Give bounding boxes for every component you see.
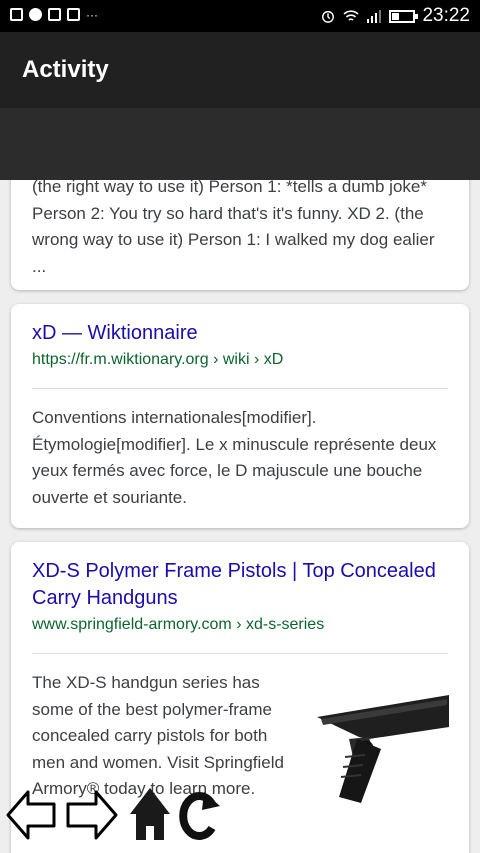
gmail-notification-icon (48, 8, 61, 21)
result-title-link[interactable]: xD — Wiktionnaire (32, 320, 452, 347)
more-notifications-icon: ··· (86, 7, 98, 22)
result-title-link[interactable]: XD-S Polymer Frame Pistols | Top Conceal… (32, 558, 452, 611)
refresh-icon[interactable] (179, 792, 220, 840)
messenger-notification-icon (29, 8, 42, 21)
nav-overlay (6, 788, 220, 840)
signal-icon (367, 10, 382, 23)
alarm-icon (322, 10, 335, 23)
result-card[interactable]: (the right way to use it) Person 1: *tel… (11, 180, 469, 290)
status-time: 23:22 (422, 5, 470, 26)
app-bar: Activity (0, 32, 480, 108)
result-snippet: Conventions internationales[modifier]. É… (32, 408, 437, 507)
battery-icon (389, 9, 419, 23)
status-bar: ··· 23:22 (0, 0, 480, 32)
result-snippet: (the right way to use it) Person 1: *tel… (32, 180, 435, 276)
message-notification-icon (67, 8, 80, 21)
divider (32, 653, 448, 654)
forward-arrow-icon[interactable] (66, 790, 118, 840)
divider (32, 388, 448, 389)
image-notification-icon (10, 8, 23, 21)
home-icon[interactable] (130, 788, 170, 840)
result-snippet: The XD-S handgun series has some of the … (32, 673, 284, 798)
result-url[interactable]: https://fr.m.wiktionary.org › wiki › xD (32, 349, 452, 371)
result-card[interactable]: xD — Wiktionnaire https://fr.m.wiktionar… (11, 304, 469, 528)
page-title: Activity (22, 56, 109, 83)
result-url[interactable]: www.springfield-armory.com › xd-s-series (32, 614, 452, 636)
pistol-thumbnail[interactable] (309, 687, 449, 807)
back-arrow-icon[interactable] (6, 790, 56, 840)
wifi-icon (343, 10, 360, 21)
results-list[interactable]: (the right way to use it) Person 1: *tel… (0, 180, 480, 853)
toolbar-area (0, 108, 480, 180)
